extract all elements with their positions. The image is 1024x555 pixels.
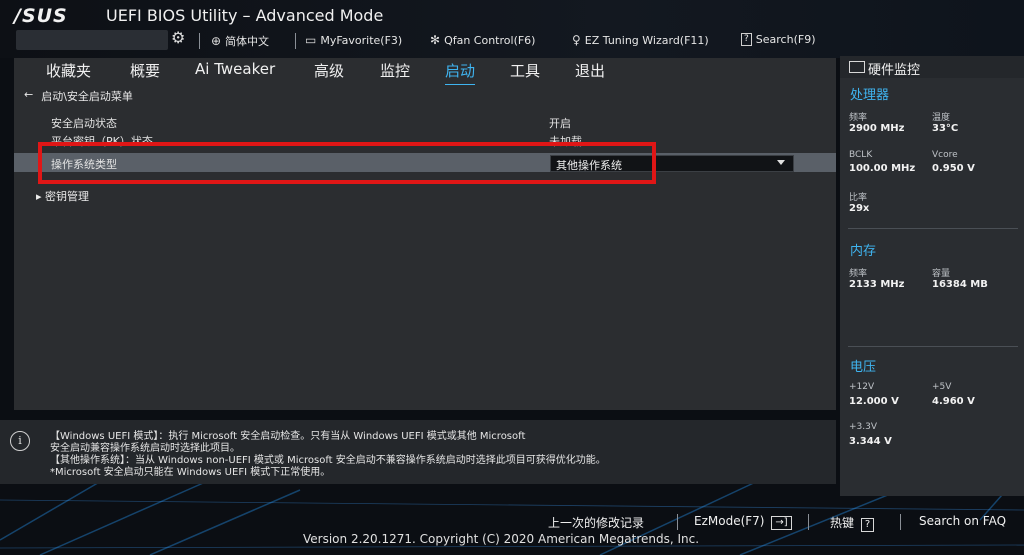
tab-main[interactable]: 概要 <box>130 60 160 81</box>
qfan-control-button[interactable]: ✻ Qfan Control(F6) <box>430 33 535 47</box>
ez-tuning-label: EZ Tuning Wizard(F11) <box>584 33 709 47</box>
setting-value: 开启 <box>549 117 571 130</box>
memory-section-title: 内存 <box>850 244 877 259</box>
language-button[interactable]: ⊕ 简体中文 <box>211 33 269 49</box>
menu-tabs: 收藏夹 概要 Ai Tweaker 高级 监控 启动 工具 退出 <box>14 58 836 85</box>
cpu-freq-value: 2900 MHz <box>849 123 905 134</box>
version-text: Version 2.20.1271. Copyright (C) 2020 Am… <box>303 532 700 546</box>
tab-ai-tweaker[interactable]: Ai Tweaker <box>195 60 275 78</box>
language-label: 简体中文 <box>225 35 270 48</box>
ezmode-button[interactable]: EzMode(F7) →] <box>694 514 792 530</box>
bottom-separator <box>808 514 809 530</box>
voltage-section-title: 电压 <box>850 360 877 375</box>
vcore-label: Vcore <box>932 150 958 160</box>
submenu-key-management[interactable]: ▸ 密钥管理 <box>36 188 89 204</box>
bclk-value: 100.00 MHz <box>849 163 916 174</box>
cpu-freq-label: 频率 <box>849 113 868 123</box>
hotkeys-button[interactable]: 热键 ? <box>830 514 875 532</box>
breadcrumb-label: 启动\安全启动菜单 <box>41 90 133 103</box>
hotkeys-label: 热键 <box>830 516 855 530</box>
header-bar: /SUS UEFI BIOS Utility – Advanced Mode ⚙… <box>0 0 1024 58</box>
v33-label: +3.3V <box>849 422 878 432</box>
tab-favorites[interactable]: 收藏夹 <box>46 60 91 81</box>
help-panel: i 【Windows UEFI 模式】：执行 Microsoft 安全启动检查。… <box>0 420 836 484</box>
v12-label: +12V <box>849 382 875 392</box>
globe-icon: ⊕ <box>211 34 222 48</box>
last-modified-button[interactable]: 上一次的修改记录 <box>548 514 644 531</box>
setting-row-secure-boot-state: 安全启动状态 开启 <box>14 112 836 131</box>
ez-tuning-wizard-button[interactable]: ♀ EZ Tuning Wizard(F11) <box>572 33 709 47</box>
exit-arrow-icon: →] <box>771 516 792 530</box>
search-icon: ? <box>741 33 752 46</box>
bclk-label: BCLK <box>849 150 873 160</box>
setting-label: 安全启动状态 <box>51 117 117 130</box>
tab-advanced[interactable]: 高级 <box>314 60 344 81</box>
mem-cap-label: 容量 <box>932 269 951 279</box>
ezmode-label: EzMode(F7) <box>694 514 765 528</box>
fan-icon: ✻ <box>430 33 441 47</box>
ratio-label: 比率 <box>849 193 868 203</box>
info-icon: i <box>10 431 30 451</box>
favorite-icon: ▭ <box>305 33 317 47</box>
vcore-value: 0.950 V <box>932 163 975 174</box>
tab-boot[interactable]: 启动 <box>445 60 476 85</box>
v33-value: 3.344 V <box>849 436 892 447</box>
tab-tool[interactable]: 工具 <box>510 60 540 81</box>
toolbar-separator <box>199 33 200 49</box>
search-faq-button[interactable]: Search on FAQ <box>919 514 1006 528</box>
mem-cap-value: 16384 MB <box>932 279 988 290</box>
help-text-line: *Microsoft 安全启动只能在 Windows UEFI 模式下正常使用。 <box>50 467 331 478</box>
gear-icon[interactable]: ⚙ <box>171 28 185 47</box>
bottom-separator <box>677 514 678 530</box>
app-title: UEFI BIOS Utility – Advanced Mode <box>106 6 384 25</box>
tab-monitor[interactable]: 监控 <box>380 60 410 81</box>
chevron-right-icon: ▸ <box>36 190 46 203</box>
cpu-temp-value: 33°C <box>932 123 959 134</box>
hardware-monitor-header: 硬件监控 <box>840 56 1024 78</box>
monitor-icon <box>849 61 865 73</box>
tab-exit[interactable]: 退出 <box>575 60 605 81</box>
qfan-label: Qfan Control(F6) <box>444 33 536 47</box>
bottom-bar: 上一次的修改记录 EzMode(F7) →] 热键 ? Search on FA… <box>0 500 1024 555</box>
breadcrumb[interactable]: ← 启动\安全启动菜单 <box>24 88 133 104</box>
red-highlight-annotation <box>38 142 656 184</box>
submenu-label: 密钥管理 <box>45 190 90 203</box>
hardware-monitor-title: 硬件监控 <box>868 63 921 78</box>
myfavorite-label: MyFavorite(F3) <box>320 33 403 47</box>
date-time-box <box>16 30 168 50</box>
search-label: Search(F9) <box>755 33 816 46</box>
cpu-temp-label: 温度 <box>932 113 951 123</box>
hardware-monitor-panel: 硬件监控 处理器 频率 温度 2900 MHz 33°C BCLK Vcore … <box>840 56 1024 496</box>
mem-freq-value: 2133 MHz <box>849 279 905 290</box>
bulb-icon: ♀ <box>572 33 581 47</box>
bottom-separator <box>900 514 901 530</box>
section-divider <box>848 228 1018 229</box>
section-divider <box>848 346 1018 347</box>
toolbar-separator <box>295 33 296 49</box>
v5-label: +5V <box>932 382 952 392</box>
ratio-value: 29x <box>849 203 870 214</box>
search-button[interactable]: ? Search(F9) <box>741 33 815 46</box>
v5-value: 4.960 V <box>932 396 975 407</box>
back-arrow-icon[interactable]: ← <box>24 88 33 104</box>
cpu-section-title: 处理器 <box>850 88 890 103</box>
chevron-down-icon <box>777 160 785 165</box>
main-panel: 收藏夹 概要 Ai Tweaker 高级 监控 启动 工具 退出 ← 启动\安全… <box>14 58 836 410</box>
myfavorite-button[interactable]: ▭ MyFavorite(F3) <box>305 33 402 47</box>
v12-value: 12.000 V <box>849 396 899 407</box>
asus-logo: /SUS <box>14 5 68 27</box>
mem-freq-label: 频率 <box>849 269 868 279</box>
hotkey-help-icon: ? <box>860 518 875 532</box>
